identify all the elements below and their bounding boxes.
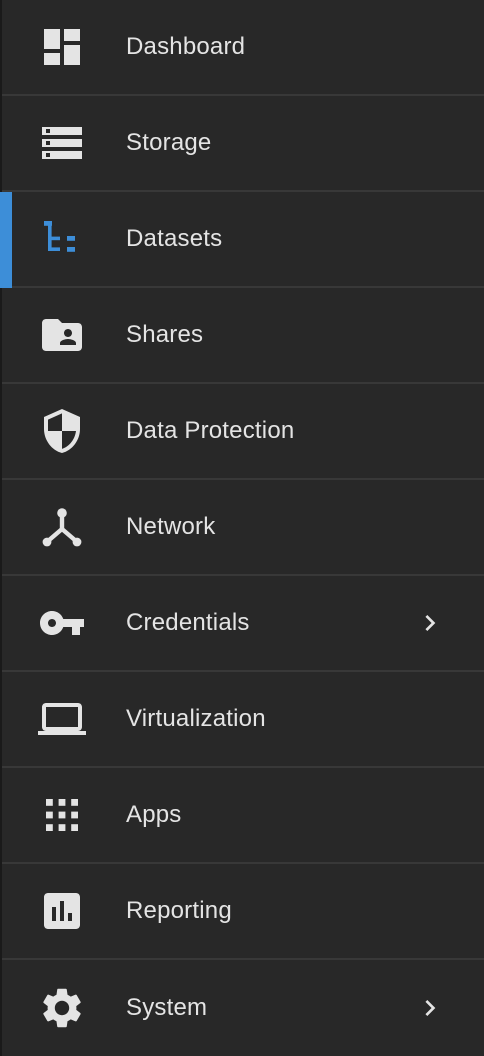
sidebar-item-shares[interactable]: Shares: [2, 288, 484, 384]
key-icon: [38, 599, 86, 647]
sidebar-item-virtualization[interactable]: Virtualization: [2, 672, 484, 768]
chevron-right-icon: [414, 992, 446, 1024]
datasets-icon: [38, 215, 86, 263]
sidebar-item-data-protection[interactable]: Data Protection: [2, 384, 484, 480]
network-icon: [38, 503, 86, 551]
sidebar-item-label: System: [126, 994, 208, 1021]
sidebar-nav: Dashboard Storage Datasets Shares Data P…: [0, 0, 484, 1056]
sidebar-item-label: Credentials: [126, 609, 250, 636]
sidebar-item-apps[interactable]: Apps: [2, 768, 484, 864]
sidebar-item-label: Reporting: [126, 897, 232, 924]
sidebar-item-label: Apps: [126, 801, 182, 828]
shares-folder-icon: [38, 311, 86, 359]
chevron-right-icon: [414, 607, 446, 639]
gear-icon: [38, 984, 86, 1032]
sidebar-item-storage[interactable]: Storage: [2, 96, 484, 192]
apps-grid-icon: [38, 791, 86, 839]
sidebar-item-label: Shares: [126, 321, 204, 348]
sidebar-item-network[interactable]: Network: [2, 480, 484, 576]
sidebar-item-label: Storage: [126, 129, 212, 156]
laptop-icon: [38, 695, 86, 743]
shield-icon: [38, 407, 86, 455]
sidebar-item-label: Datasets: [126, 225, 223, 252]
sidebar-item-label: Dashboard: [126, 33, 246, 60]
sidebar-item-label: Virtualization: [126, 705, 266, 732]
sidebar-item-credentials[interactable]: Credentials: [2, 576, 484, 672]
reporting-chart-icon: [38, 887, 86, 935]
sidebar-item-label: Network: [126, 513, 216, 540]
dashboard-icon: [38, 23, 86, 71]
sidebar-item-reporting[interactable]: Reporting: [2, 864, 484, 960]
sidebar-item-datasets[interactable]: Datasets: [0, 192, 484, 288]
sidebar-item-system[interactable]: System: [2, 960, 484, 1056]
sidebar-item-dashboard[interactable]: Dashboard: [2, 0, 484, 96]
storage-icon: [38, 119, 86, 167]
sidebar-item-label: Data Protection: [126, 417, 295, 444]
